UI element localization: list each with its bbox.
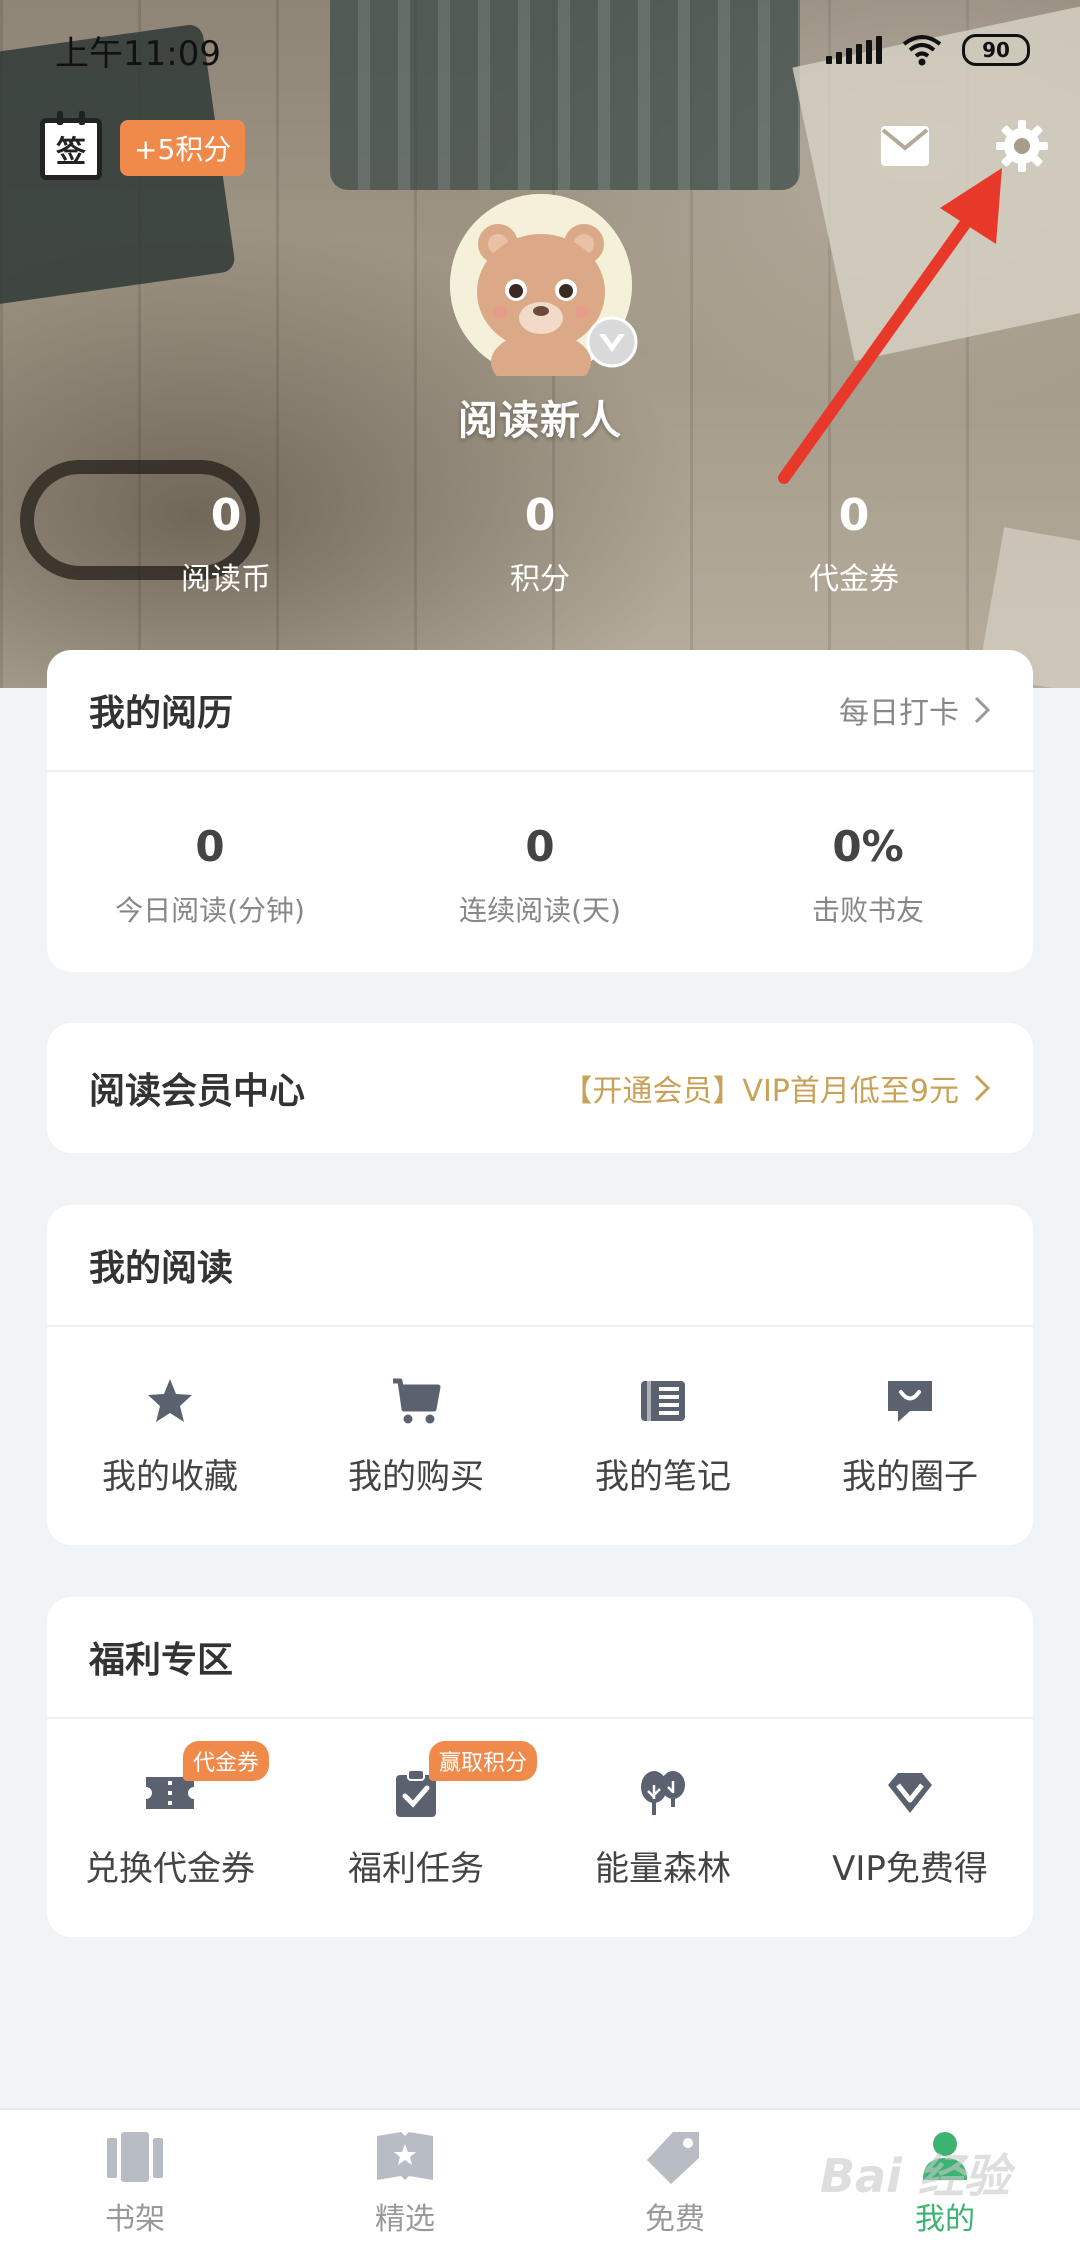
reading-history-stats: 0 今日阅读(分钟) 0 连续阅读(天) 0% 击败书友: [47, 772, 1033, 972]
open-vip-link[interactable]: 【开通会员】VIP首月低至9元: [562, 1066, 991, 1110]
stat-value: 0: [524, 490, 556, 541]
grid-item-label: 福利任务: [348, 1849, 484, 1889]
vip-free-button[interactable]: VIP免费得: [787, 1767, 1033, 1890]
gear-icon[interactable]: [994, 118, 1050, 174]
grid-item-label: 我的收藏: [102, 1457, 238, 1497]
beat-readers-stat: 0% 击败书友: [718, 822, 1018, 929]
daily-checkin-link[interactable]: 每日打卡: [839, 688, 991, 732]
my-circle-button[interactable]: 我的圈子: [787, 1375, 1033, 1498]
voucher-tag: 代金券: [183, 1741, 270, 1781]
sign-in-calendar-icon[interactable]: 签: [40, 111, 102, 180]
card-title: 阅读会员中心: [89, 1071, 306, 1112]
grid-item-label: 我的购买: [348, 1457, 484, 1497]
profile-icon: [923, 2132, 967, 2180]
stat-label: 代金券: [809, 562, 899, 597]
price-tag-icon: [647, 2132, 699, 2184]
grid-item-label: 兑换代金券: [85, 1849, 255, 1889]
stat-value: 0: [195, 822, 225, 871]
tab-label: 精选: [375, 2202, 435, 2237]
card-title: 我的阅读: [89, 1248, 234, 1289]
notebook-icon: [641, 1381, 685, 1421]
username: 阅读新人: [458, 398, 622, 444]
stat-label: 击败书友: [811, 894, 924, 927]
my-notes-button[interactable]: 我的笔记: [540, 1375, 786, 1498]
status-indicators: 90: [826, 34, 1030, 66]
stat-label: 连续阅读(天): [459, 894, 621, 927]
reading-history-card: 我的阅历 每日打卡 0 今日阅读(分钟) 0 连续阅读(天) 0% 击败书友: [47, 650, 1033, 972]
open-vip-label: 【开通会员】VIP首月低至9元: [562, 1074, 959, 1109]
stat-label: 阅读币: [181, 562, 271, 597]
status-bar: 上午11:09 90: [0, 0, 1080, 100]
card-title: 我的阅历: [89, 693, 234, 734]
welfare-card: 福利专区 代金券 兑换代金券 赢取积分 福利任务 能量森林 VIP免费得: [47, 1597, 1033, 1937]
grid-item-label: VIP免费得: [832, 1849, 988, 1889]
chat-bubble-icon: [888, 1381, 932, 1422]
my-reading-grid: 我的收藏 我的购买 我的笔记 我的圈子: [47, 1327, 1033, 1537]
chevron-right-icon: [974, 1074, 991, 1102]
earn-points-tag: 赢取积分: [429, 1741, 538, 1781]
stat-value: 0: [525, 822, 555, 871]
tab-featured[interactable]: 精选: [305, 2128, 505, 2238]
reading-history-header: 我的阅历 每日打卡: [47, 650, 1033, 772]
grid-item-label: 能量森林: [595, 1849, 731, 1889]
tab-bookshelf[interactable]: 书架: [35, 2128, 235, 2238]
welfare-grid: 代金券 兑换代金券 赢取积分 福利任务 能量森林 VIP免费得: [47, 1719, 1033, 1929]
vip-center-card[interactable]: 阅读会员中心 【开通会员】VIP首月低至9元: [47, 1023, 1033, 1153]
tree-icon: [641, 1771, 685, 1815]
tab-label: 书架: [105, 2202, 165, 2237]
daily-checkin-label: 每日打卡: [839, 696, 959, 731]
today-reading-stat: 0 今日阅读(分钟): [60, 822, 360, 929]
stat-reading-coins[interactable]: 0 阅读币: [116, 490, 336, 598]
redeem-voucher-button[interactable]: 代金券 兑换代金券: [47, 1741, 293, 1890]
stat-value: 0%: [832, 822, 904, 871]
tab-label: 我的: [915, 2202, 975, 2237]
energy-forest-button[interactable]: 能量森林: [540, 1767, 786, 1890]
my-reading-card: 我的阅读 我的收藏 我的购买 我的笔记 我的圈子: [47, 1205, 1033, 1545]
my-reading-header: 我的阅读: [47, 1205, 1033, 1327]
stat-value: 0: [838, 490, 870, 541]
sign-in-points-badge[interactable]: +5积分: [120, 120, 246, 176]
stat-label: 积分: [510, 562, 570, 597]
cart-icon: [393, 1378, 441, 1424]
chevron-right-icon: [974, 696, 991, 724]
tab-label: 免费: [645, 2202, 705, 2237]
card-title: 福利专区: [89, 1640, 234, 1681]
mail-icon[interactable]: [880, 124, 930, 168]
bookshelf-icon: [107, 2132, 163, 2182]
signal-icon: [826, 36, 882, 64]
diamond-icon: [888, 1773, 932, 1813]
grid-item-label: 我的圈子: [842, 1457, 978, 1497]
tab-free[interactable]: 免费: [575, 2128, 775, 2238]
battery-icon: 90: [962, 34, 1030, 66]
stat-points[interactable]: 0 积分: [430, 490, 650, 598]
stat-value: 0: [210, 490, 242, 541]
my-purchases-button[interactable]: 我的购买: [293, 1375, 539, 1498]
featured-book-icon: [377, 2132, 433, 2180]
welfare-header: 福利专区: [47, 1597, 1033, 1719]
stat-label: 今日阅读(分钟): [115, 894, 305, 927]
star-icon: [148, 1379, 192, 1422]
status-time: 上午11:09: [55, 33, 221, 74]
welfare-tasks-button[interactable]: 赢取积分 福利任务: [293, 1741, 539, 1890]
grid-item-label: 我的笔记: [595, 1457, 731, 1497]
bottom-navigation: 书架 精选 免费 我的: [0, 2108, 1080, 2248]
consecutive-reading-stat: 0 连续阅读(天): [390, 822, 690, 929]
wifi-icon: [902, 35, 942, 66]
tab-mine[interactable]: 我的: [845, 2128, 1045, 2238]
vip-level-badge-icon: [586, 316, 638, 368]
my-favorites-button[interactable]: 我的收藏: [47, 1375, 293, 1498]
stat-vouchers[interactable]: 0 代金券: [744, 490, 964, 598]
